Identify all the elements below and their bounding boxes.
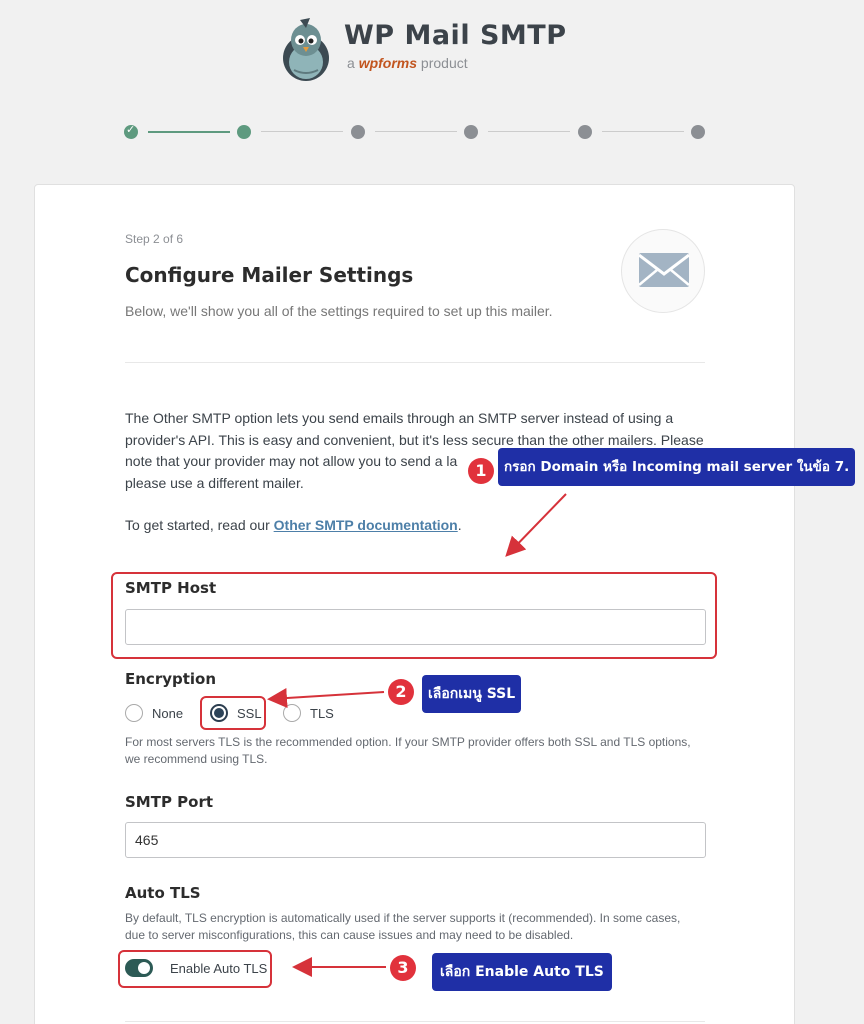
smtp-port-input[interactable]: [125, 822, 706, 858]
step-connector: [261, 131, 343, 132]
step-3-dot: [351, 125, 365, 139]
encryption-help: For most servers TLS is the recommended …: [125, 735, 691, 766]
step-5-dot: [578, 125, 592, 139]
step-connector: [602, 131, 684, 132]
getting-started-text: To get started, read our Other SMTP docu…: [125, 517, 462, 533]
highlight-ssl-option: [200, 696, 266, 730]
step-connector: [488, 131, 570, 132]
encryption-option-none[interactable]: None: [125, 704, 183, 722]
wpforms-brand: wpforms: [358, 55, 418, 71]
auto-tls-help: By default, TLS encryption is automatica…: [125, 911, 681, 942]
encryption-option-tls[interactable]: TLS: [283, 704, 334, 722]
logo: WP Mail SMTP a wpforms product: [280, 14, 567, 82]
annotation-3-number: 3: [390, 955, 416, 981]
encryption-label: Encryption: [125, 670, 217, 688]
app-title: WP Mail SMTP: [344, 20, 567, 51]
divider: [125, 1021, 705, 1022]
step-6-dot: [691, 125, 705, 139]
step-connector: [148, 131, 230, 133]
highlight-auto-tls: [118, 950, 272, 988]
step-2-dot: [237, 125, 251, 139]
step-1-dot: [124, 123, 138, 139]
annotation-2-number: 2: [388, 679, 414, 705]
step-label: Step 2 of 6: [125, 232, 184, 246]
annotation-1-note: กรอก Domain หรือ Incoming mail server ใน…: [498, 448, 856, 486]
radio-circle[interactable]: [283, 704, 301, 722]
step-connector: [375, 131, 457, 132]
radio-circle[interactable]: [125, 704, 143, 722]
smtp-port-label: SMTP Port: [125, 793, 214, 811]
page-description: Below, we'll show you all of the setting…: [125, 303, 553, 319]
app-subtitle: a wpforms product: [347, 55, 468, 71]
annotation-2-note: เลือกเมนู SSL: [422, 675, 522, 713]
divider: [125, 362, 705, 363]
envelope-icon: [638, 253, 690, 287]
page-title: Configure Mailer Settings: [125, 263, 414, 287]
documentation-link[interactable]: Other SMTP documentation: [274, 517, 458, 533]
annotation-3-note: เลือก Enable Auto TLS: [432, 953, 612, 991]
highlight-smtp-host: [111, 572, 717, 659]
step-4-dot: [464, 125, 478, 139]
pigeon-logo-icon: [283, 18, 329, 81]
auto-tls-label: Auto TLS: [125, 884, 201, 902]
annotation-1-number: 1: [468, 458, 494, 484]
step-progress: [124, 123, 706, 140]
mail-badge: [621, 229, 705, 313]
